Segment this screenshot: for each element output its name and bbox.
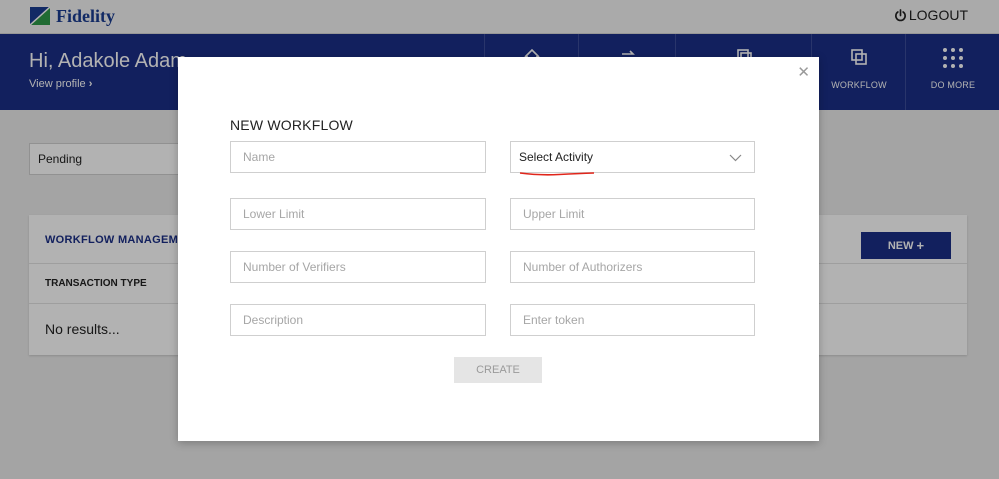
- modal-title: NEW WORKFLOW: [230, 117, 353, 133]
- lower-limit-field[interactable]: [230, 198, 486, 230]
- number-of-verifiers-field[interactable]: [230, 251, 486, 283]
- close-icon[interactable]: ✕: [797, 63, 810, 81]
- description-field[interactable]: [230, 304, 486, 336]
- upper-limit-field[interactable]: [510, 198, 755, 230]
- new-workflow-modal: ✕ NEW WORKFLOW Select Activity CREATE: [178, 57, 819, 441]
- number-of-authorizers-field[interactable]: [510, 251, 755, 283]
- create-button[interactable]: CREATE: [454, 357, 542, 383]
- activity-select-value: Select Activity: [519, 150, 594, 164]
- activity-select[interactable]: Select Activity: [510, 141, 755, 176]
- token-field[interactable]: [510, 304, 755, 336]
- red-underline-annotation: [519, 166, 595, 180]
- name-field[interactable]: [230, 141, 486, 173]
- chevron-down-icon: [729, 151, 742, 165]
